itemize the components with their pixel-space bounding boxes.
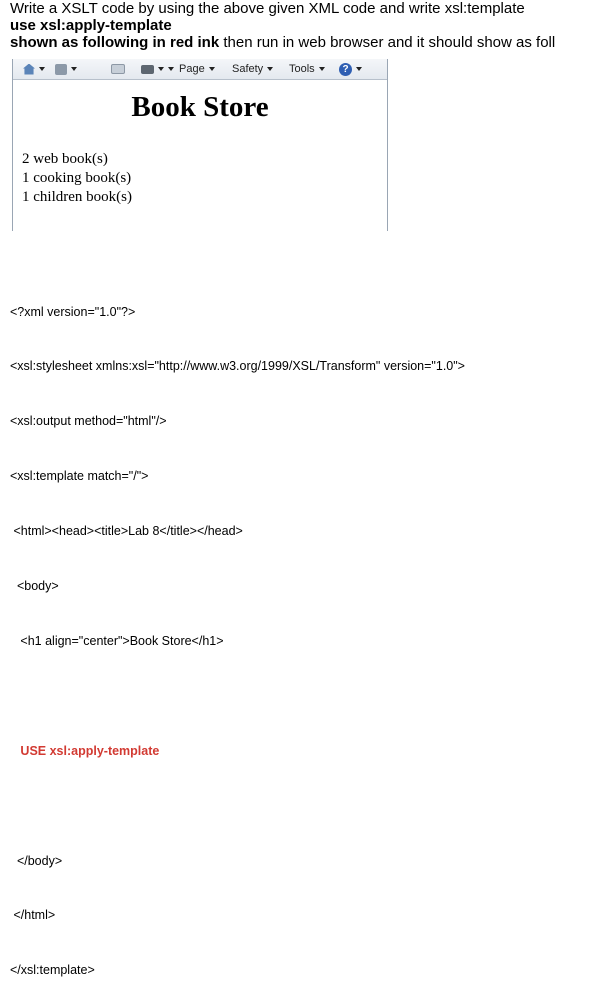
safety-menu[interactable]: Safety <box>232 59 274 79</box>
chevron-down-icon <box>158 67 164 71</box>
chevron-down-icon <box>208 67 215 71</box>
chevron-down-icon <box>267 67 274 71</box>
list-item: 1 children book(s) <box>22 189 132 205</box>
browser-screenshot: Page Safety Tools ? Book Store 2 web boo… <box>12 59 388 231</box>
question-line-2-bold: use xsl:apply-template <box>10 17 172 34</box>
chevron-down-icon <box>71 67 77 71</box>
list-item: 2 web book(s) <box>22 151 108 167</box>
code-line: <xsl:template match="/"> <box>10 469 149 484</box>
code-line: <body> <box>10 579 59 594</box>
feeds-button[interactable] <box>55 59 77 79</box>
code-line: </html> <box>10 908 56 923</box>
question-line-2: use xsl:apply-template <box>10 17 594 34</box>
book-count-list: 2 web book(s) 1 cooking book(s) 1 childr… <box>22 150 132 207</box>
chevron-down-icon <box>318 67 325 71</box>
mail-icon <box>111 64 125 74</box>
question-line-3-rest: then run in web browser and it should sh… <box>219 34 556 51</box>
code-line: <h1 align="center">Book Store</h1> <box>10 633 224 648</box>
tools-menu-label: Tools <box>289 63 315 75</box>
home-icon <box>23 63 35 75</box>
question-line-1: Write a XSLT code by using the above giv… <box>10 0 525 17</box>
code-line: <xsl:stylesheet xmlns:xsl="http://www.w3… <box>10 359 465 374</box>
help-button[interactable]: ? <box>339 59 362 79</box>
question-line-3: shown as following in red ink then run i… <box>10 34 594 51</box>
safety-menu-label: Safety <box>232 63 264 75</box>
page-menu-label: Page <box>179 63 205 75</box>
browser-toolbar: Page Safety Tools ? <box>13 59 387 80</box>
xslt-code-block: <?xml version="1.0"?> <xsl:stylesheet xm… <box>10 266 590 998</box>
mail-button[interactable] <box>111 59 125 79</box>
question-text: Write a XSLT code by using the above giv… <box>10 0 594 51</box>
rss-icon <box>55 63 67 75</box>
page-menu[interactable]: Page <box>168 59 215 79</box>
page-title: Book Store <box>131 91 269 123</box>
code-line: <html><head><title>Lab 8</title></head> <box>10 524 243 539</box>
apply-template-placeholder: USE xsl:apply-template <box>10 743 160 758</box>
chevron-down-icon <box>39 67 45 71</box>
print-button[interactable] <box>141 59 164 79</box>
tools-menu[interactable]: Tools <box>289 59 325 79</box>
chevron-down-icon <box>168 67 174 71</box>
code-line: </body> <box>10 853 63 868</box>
print-icon <box>141 64 154 74</box>
code-line: <?xml version="1.0"?> <box>10 304 136 319</box>
chevron-down-icon <box>356 67 362 71</box>
help-icon: ? <box>339 62 352 76</box>
question-line-3-bold: shown as following in red ink <box>10 34 220 51</box>
list-item: 1 cooking book(s) <box>22 170 132 186</box>
code-line: </xsl:template> <box>10 963 95 978</box>
home-button[interactable] <box>23 59 45 79</box>
code-line: <xsl:output method="html"/> <box>10 414 167 429</box>
